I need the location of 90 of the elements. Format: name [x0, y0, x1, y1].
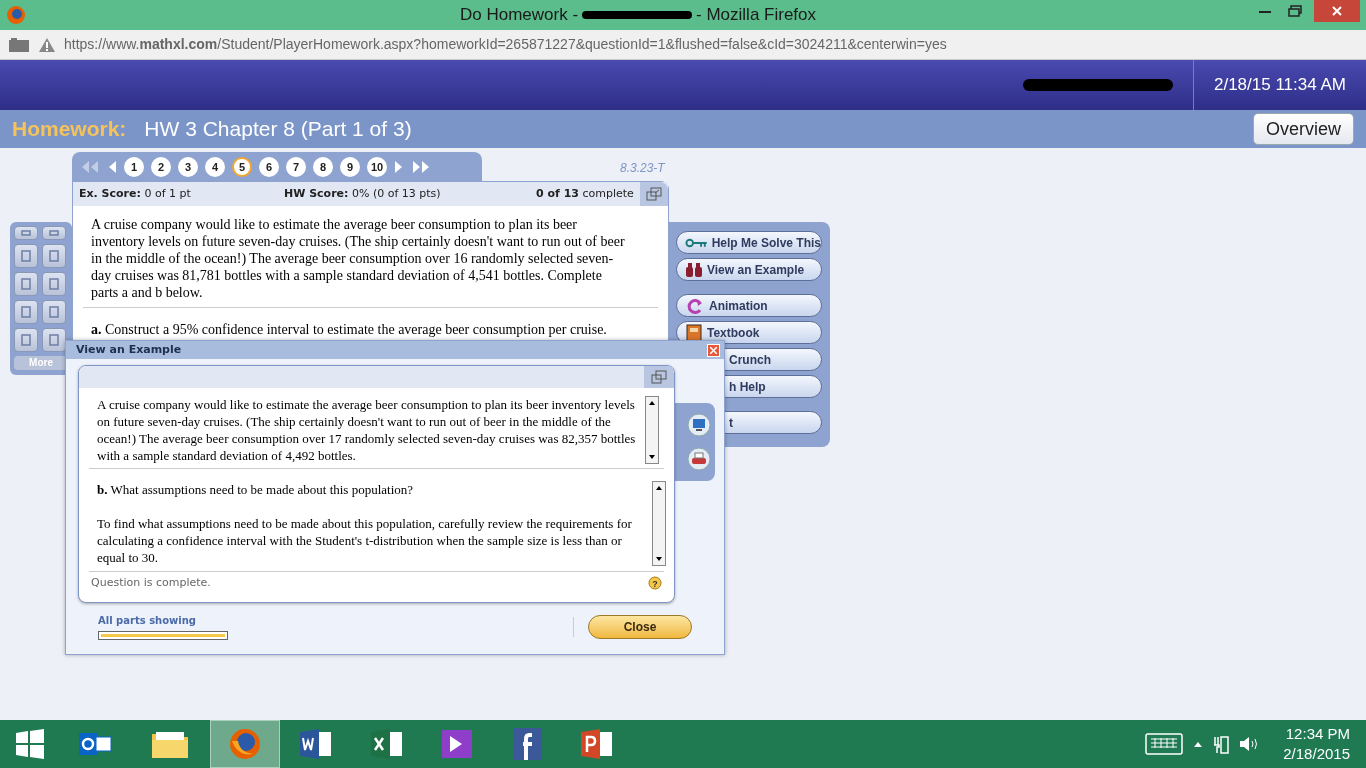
math-tool-button[interactable] — [42, 300, 66, 324]
clock-date[interactable]: 2/18/2015 — [1283, 744, 1350, 764]
question-number[interactable]: 1 — [124, 157, 144, 177]
part-a-text: a. Construct a 95% confidence interval to estimate the average beer consumption per cruise. — [90, 321, 608, 339]
homework-score: HW Score: 0% (0 of 13 pts) — [284, 185, 442, 202]
expand-button[interactable] — [644, 366, 674, 388]
help-button[interactable]: Animation — [676, 294, 822, 317]
help-button[interactable]: Help Me Solve This — [676, 231, 822, 254]
math-symbol-icon — [48, 229, 60, 237]
help-button[interactable]: Textbook — [676, 321, 822, 344]
scrollbar[interactable] — [652, 481, 666, 566]
math-symbol-icon — [48, 333, 60, 347]
math-tool-button[interactable] — [14, 272, 38, 296]
warning-icon — [38, 36, 56, 53]
question-number[interactable]: 7 — [286, 157, 306, 177]
math-tool-button[interactable] — [14, 244, 38, 268]
math-symbol-icon — [48, 277, 60, 291]
window-title: - Mozilla Firefox — [696, 4, 817, 27]
help-button[interactable]: View an Example — [676, 258, 822, 281]
minimize-icon — [1259, 9, 1271, 13]
expand-icon — [646, 187, 662, 201]
previous-question-icon[interactable] — [107, 160, 117, 174]
math-symbol-icon — [20, 277, 32, 291]
question-id: 8.3.23-T — [620, 160, 665, 177]
print-icon[interactable] — [687, 447, 711, 471]
hint-text: To find what assumptions need to be made about this population, carefully review the requirements for calculating a confidence interval with the Student's t-distribution when the sample size is less than or equal to 30. — [97, 515, 633, 566]
exercise-score: Ex. Score: 0 of 1 pt — [79, 185, 192, 202]
presentation-app-icon — [580, 728, 614, 760]
close-icon — [1332, 6, 1342, 16]
math-tool-button[interactable] — [42, 328, 66, 352]
math-tool-button[interactable] — [14, 328, 38, 352]
question-text: A cruise company would like to estimate the average beer consumption to plan its beer inventory levels on future seven-day cruises. (The ship certainly doesn't want to run out of beer in the middle of the ocean!) The average beer consumption over 16 randomly selected seven-day cruises was 81,781 bottles with a sample standard deviation of 4,541 bottles. Complete parts a and b below. — [90, 216, 626, 302]
restore-icon — [1288, 5, 1302, 17]
dialog-close-button[interactable] — [707, 343, 720, 357]
next-question-icon[interactable] — [394, 160, 404, 174]
volume-icon[interactable] — [1239, 735, 1260, 753]
help-screen-icon[interactable] — [687, 413, 711, 437]
expand-icon — [651, 370, 667, 384]
spreadsheet-app-icon — [370, 728, 404, 760]
keyboard-icon[interactable] — [1145, 733, 1184, 755]
help-icon[interactable]: ? — [648, 576, 662, 590]
question-number[interactable]: 4 — [205, 157, 225, 177]
last-question-icon[interactable] — [411, 160, 431, 174]
question-number[interactable]: 9 — [340, 157, 360, 177]
show-hidden-icons-icon[interactable] — [1193, 740, 1204, 748]
completion-count: 0 of 13 complete — [536, 185, 634, 202]
question-number[interactable]: 2 — [151, 157, 171, 177]
math-tool-button[interactable] — [42, 272, 66, 296]
question-number[interactable]: 5 — [232, 157, 252, 177]
math-tool-button[interactable] — [42, 226, 66, 240]
question-number[interactable]: 10 — [367, 157, 387, 177]
math-tool-button[interactable] — [42, 244, 66, 268]
scrollbar[interactable] — [645, 396, 659, 464]
window-title: Do Homework - — [459, 4, 579, 27]
book-icon — [685, 323, 703, 342]
homework-label: Homework: — [12, 116, 127, 143]
key-icon — [685, 237, 708, 248]
clock-time[interactable]: 12:34 PM — [1285, 724, 1350, 744]
facebook-logo-icon — [512, 727, 542, 761]
homework-title: HW 3 Chapter 8 (Part 1 of 3) — [144, 116, 412, 143]
math-symbol-icon — [48, 249, 60, 263]
close-button[interactable]: Close — [588, 614, 692, 639]
math-tool-button[interactable] — [14, 226, 38, 240]
example-intro-text: A cruise company would like to estimate the average beer consumption to plan its beer inventory levels on future seven-day cruises. (The ship certainly doesn't want to run out of beer in the middle of the ocean!) The average beer consumption over 17 randomly selected seven-day cruises was 82,357 bottles with a sample standard deviation of 4,492 bottles. — [96, 396, 637, 464]
binoculars-icon — [685, 261, 703, 278]
tabs-icon[interactable] — [8, 36, 30, 53]
taskbar-button[interactable] — [210, 720, 280, 768]
math-tool-button[interactable] — [14, 300, 38, 324]
word-app-icon — [299, 728, 333, 760]
math-symbol-icon — [20, 249, 32, 263]
close-icon — [710, 346, 717, 354]
dialog-title: View an Example — [76, 341, 182, 358]
progress-label: All parts showing — [98, 614, 197, 628]
part-b-question: b. What assumptions need to be made about this population? — [97, 481, 415, 498]
question-number[interactable]: 6 — [259, 157, 279, 177]
firefox-logo-icon — [6, 5, 26, 25]
question-status: Question is complete. — [91, 574, 211, 591]
question-number[interactable]: 3 — [178, 157, 198, 177]
question-number[interactable]: 8 — [313, 157, 333, 177]
math-symbol-icon — [20, 229, 32, 237]
overview-button[interactable]: Overview — [1253, 113, 1354, 145]
expand-button[interactable] — [640, 182, 668, 206]
math-symbol-icon — [20, 305, 32, 319]
math-symbol-icon — [20, 333, 32, 347]
math-symbol-icon — [48, 305, 60, 319]
battery-icon[interactable] — [1213, 733, 1230, 755]
windows-logo-icon — [15, 729, 45, 759]
video-app-icon — [440, 728, 474, 760]
firefox-logo-icon — [228, 727, 262, 761]
close-button[interactable] — [1314, 0, 1360, 22]
